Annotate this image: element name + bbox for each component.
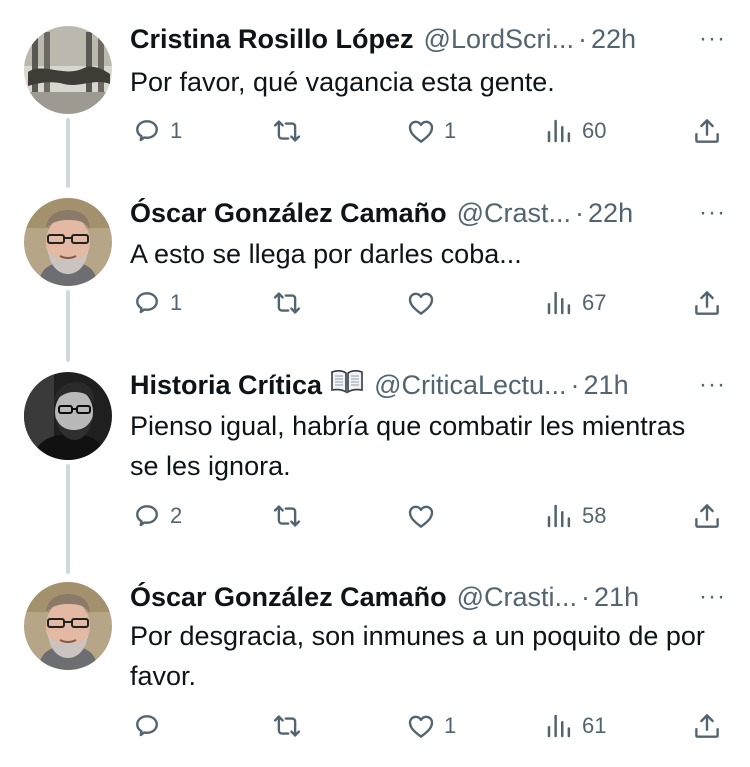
views-button[interactable]: 60	[544, 115, 606, 147]
reply-icon	[132, 288, 162, 318]
like-icon	[406, 288, 436, 318]
author-handle[interactable]: @CriticaLectu...	[374, 368, 566, 402]
avatar[interactable]	[24, 582, 112, 670]
more-icon[interactable]: ···	[699, 196, 726, 230]
separator-dot: ·	[570, 370, 580, 400]
tweet-header: Óscar González Camaño @Crast... · 22h	[130, 196, 726, 230]
timestamp[interactable]: 22h	[588, 196, 633, 230]
like-icon	[406, 116, 436, 146]
tweet-text: Por desgracia, son inmunes a un poquito …	[130, 621, 705, 691]
tweet-text: A esto se llega por darles coba...	[130, 239, 522, 269]
more-icon[interactable]: ···	[699, 368, 726, 402]
reply-icon	[132, 501, 162, 531]
tweet[interactable]: Cristina Rosillo López @LordScri... · 22…	[0, 0, 750, 172]
avatar[interactable]	[24, 26, 112, 114]
like-button[interactable]: 1	[406, 115, 456, 147]
conversation-thread: Cristina Rosillo López @LordScri... · 22…	[0, 0, 750, 767]
share-icon	[692, 288, 722, 318]
reply-count: 1	[170, 118, 183, 143]
author-name[interactable]: Óscar González Camaño	[130, 196, 447, 230]
more-icon[interactable]: ···	[699, 22, 726, 56]
share-button[interactable]	[692, 710, 722, 742]
view-count: 60	[582, 118, 607, 143]
retweet-button[interactable]	[272, 500, 310, 532]
view-count: 61	[582, 713, 607, 738]
reply-button[interactable]	[132, 710, 170, 742]
share-icon	[692, 711, 722, 741]
views-icon	[544, 116, 574, 146]
author-handle[interactable]: @Crasti...	[457, 580, 577, 614]
reply-icon	[132, 711, 162, 741]
share-icon	[692, 501, 722, 531]
tweet[interactable]: Óscar González Camaño @Crast... · 22h ··…	[0, 172, 750, 344]
views-icon	[544, 288, 574, 318]
reply-button[interactable]: 1	[132, 115, 182, 147]
view-count: 67	[582, 290, 607, 315]
like-button[interactable]	[406, 500, 444, 532]
more-icon[interactable]: ···	[699, 580, 726, 614]
tweet-actions: 2 58	[130, 500, 726, 532]
like-icon	[406, 711, 436, 741]
like-icon	[406, 501, 436, 531]
view-count: 58	[582, 503, 607, 528]
reply-button[interactable]: 1	[132, 287, 182, 319]
share-icon	[692, 116, 722, 146]
separator-dot: ·	[581, 582, 591, 612]
views-button[interactable]: 58	[544, 500, 606, 532]
avatar[interactable]	[24, 198, 112, 286]
retweet-icon	[272, 501, 302, 531]
tweet-header: Óscar González Camaño @Crasti... · 21h	[130, 580, 726, 614]
like-button[interactable]	[406, 287, 444, 319]
separator-dot: ·	[577, 24, 587, 54]
author-handle[interactable]: @Crast...	[457, 196, 571, 230]
tweet[interactable]: Óscar González Camaño @Crasti... · 21h ·…	[0, 558, 750, 767]
views-icon	[544, 501, 574, 531]
reply-icon	[132, 116, 162, 146]
share-button[interactable]	[692, 500, 722, 532]
retweet-button[interactable]	[272, 710, 310, 742]
views-button[interactable]: 67	[544, 287, 606, 319]
tweet-text: Por favor, qué vagancia esta gente.	[130, 67, 555, 97]
retweet-icon	[272, 116, 302, 146]
book-emoji	[330, 368, 364, 402]
tweet[interactable]: Historia Crítica @CriticaLectu... · 21h …	[0, 344, 750, 558]
share-button[interactable]	[692, 115, 722, 147]
timestamp[interactable]: 21h	[594, 580, 639, 614]
timestamp[interactable]: 21h	[584, 368, 629, 402]
tweet-actions: 1 67	[130, 287, 726, 319]
views-button[interactable]: 61	[544, 710, 606, 742]
avatar[interactable]	[24, 372, 112, 460]
tweet-text: Pienso igual, habría que combatir les mi…	[130, 411, 686, 481]
author-name[interactable]: Cristina Rosillo López	[130, 22, 414, 56]
retweet-icon	[272, 711, 302, 741]
like-button[interactable]: 1	[406, 710, 456, 742]
share-button[interactable]	[692, 287, 722, 319]
author-name[interactable]: Historia Crítica	[130, 368, 322, 402]
reply-count: 2	[170, 503, 183, 528]
tweet-actions: 1 1 60	[130, 115, 726, 147]
tweet-header: Cristina Rosillo López @LordScri... · 22…	[130, 22, 726, 56]
timestamp[interactable]: 22h	[591, 22, 636, 56]
retweet-icon	[272, 288, 302, 318]
views-icon	[544, 711, 574, 741]
tweet-actions: 1 61	[130, 710, 726, 742]
retweet-button[interactable]	[272, 287, 310, 319]
separator-dot: ·	[575, 198, 585, 228]
tweet-header: Historia Crítica @CriticaLectu... · 21h	[130, 368, 726, 402]
author-handle[interactable]: @LordScri...	[424, 22, 574, 56]
reply-count: 1	[170, 290, 183, 315]
author-name[interactable]: Óscar González Camaño	[130, 580, 447, 614]
like-count: 1	[444, 713, 457, 738]
reply-button[interactable]: 2	[132, 500, 182, 532]
like-count: 1	[444, 118, 457, 143]
retweet-button[interactable]	[272, 115, 310, 147]
